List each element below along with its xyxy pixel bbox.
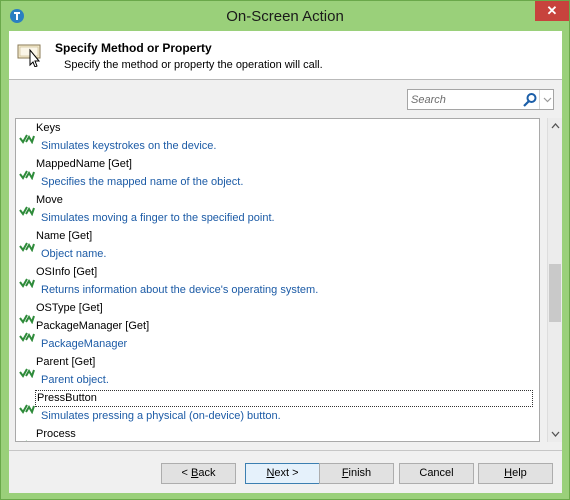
list-item-selected[interactable]: PressButton Simulates pressing a physica… (16, 389, 533, 425)
page-title: Specify Method or Property (55, 41, 212, 55)
list-item[interactable]: Process (16, 425, 533, 441)
search-icon[interactable] (522, 92, 538, 108)
item-name: OSType [Get] (36, 302, 103, 314)
chevron-down-icon (551, 431, 560, 437)
search-input[interactable] (411, 92, 519, 107)
wizard-body: Keys Simulates keystrokes on the device.… (9, 80, 562, 450)
method-icon (19, 332, 35, 342)
method-icon (25, 440, 27, 441)
item-name: OSInfo [Get] (36, 266, 98, 278)
next-button-label: ext > (274, 467, 299, 479)
scroll-up-button[interactable] (548, 118, 563, 134)
search-box[interactable] (407, 89, 554, 110)
help-button-accelerator: H (504, 467, 513, 479)
dialog-window: On-Screen Action ✕ Specify Method or Pro… (0, 0, 570, 500)
finish-button-label: inish (348, 467, 372, 479)
list-item[interactable]: Move Simulates moving a finger to the sp… (16, 191, 533, 227)
back-button-prefix: < (181, 467, 191, 479)
next-button[interactable]: Next > (245, 463, 320, 484)
back-button-label: ack (198, 467, 216, 479)
chevron-down-icon (543, 97, 552, 103)
help-button-label: elp (512, 467, 527, 479)
wizard-header: Specify Method or Property Specify the m… (9, 31, 562, 79)
method-icon (19, 278, 35, 288)
item-description: Parent object. (41, 374, 109, 386)
method-icon (19, 206, 35, 216)
close-button[interactable]: ✕ (535, 1, 569, 21)
item-description: PackageManager (41, 338, 128, 350)
search-dropdown-button[interactable] (539, 90, 554, 109)
item-description: Simulates keystrokes on the device. (41, 140, 217, 152)
wizard-footer: < Back Next > Finish Cancel Help (9, 451, 562, 493)
page-subtitle: Specify the method or property the opera… (64, 59, 323, 71)
item-name: PackageManager [Get] (36, 320, 150, 332)
item-name: Parent [Get] (36, 356, 96, 368)
scroll-down-button[interactable] (548, 426, 563, 442)
finish-button[interactable]: Finish (319, 463, 394, 484)
chevron-up-icon (551, 123, 560, 129)
method-icon (19, 170, 35, 180)
list-item[interactable]: OSInfo [Get] Returns information about t… (16, 263, 533, 299)
item-description: Simulates pressing a physical (on-device… (41, 410, 281, 422)
item-name: Keys (36, 122, 61, 134)
item-description: Returns information about the device's o… (41, 284, 319, 296)
list-item[interactable]: Keys Simulates keystrokes on the device. (16, 119, 533, 155)
method-list[interactable]: Keys Simulates keystrokes on the device.… (15, 118, 540, 442)
finish-button-accelerator: F (341, 467, 349, 479)
item-description: Object name. (41, 248, 107, 260)
method-icon (19, 242, 35, 252)
item-description: Simulates moving a finger to the specifi… (41, 212, 275, 224)
method-icon (19, 368, 35, 378)
method-icon (19, 404, 35, 414)
back-button[interactable]: < Back (161, 463, 236, 484)
window-title: On-Screen Action (226, 8, 344, 25)
item-description: Specifies the mapped name of the object. (41, 176, 244, 188)
help-button[interactable]: Help (478, 463, 553, 484)
item-name: Name [Get] (36, 230, 93, 242)
item-name: PressButton (35, 390, 533, 407)
scroll-thumb[interactable] (549, 264, 561, 322)
cancel-button[interactable]: Cancel (399, 463, 474, 484)
list-item[interactable]: MappedName [Get] Specifies the mapped na… (16, 155, 533, 191)
method-cursor-icon (17, 44, 41, 67)
vertical-scrollbar[interactable] (547, 118, 562, 442)
list-item[interactable]: PackageManager [Get] PackageManager (16, 317, 533, 353)
title-bar[interactable]: On-Screen Action ✕ (1, 1, 569, 31)
item-name: Process (36, 428, 76, 440)
method-icon (19, 134, 35, 144)
list-item[interactable]: Name [Get] Object name. (16, 227, 533, 263)
item-name: MappedName [Get] (36, 158, 132, 170)
item-name: Move (36, 194, 63, 206)
list-item[interactable]: Parent [Get] Parent object. (16, 353, 533, 389)
